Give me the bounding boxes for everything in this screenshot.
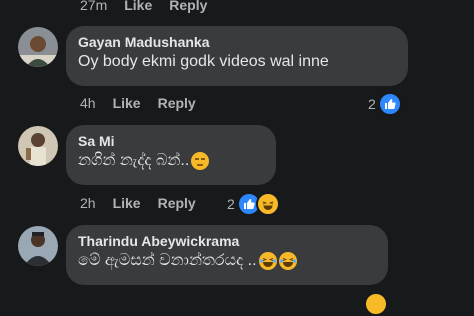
- avatar[interactable]: [18, 27, 58, 67]
- avatar[interactable]: [18, 126, 58, 166]
- comment-actions-top: 27m Like Reply: [80, 0, 224, 13]
- comment-author[interactable]: Gayan Madushanka: [78, 33, 396, 51]
- comment-text: නගින් නැද්ද බන්..: [78, 152, 190, 169]
- reaction-summary[interactable]: [364, 292, 388, 316]
- like-link[interactable]: Like: [113, 95, 141, 111]
- avatar[interactable]: [18, 226, 58, 266]
- laughing-face-icon: [278, 251, 297, 270]
- comment-text: Oy body ekmi godk videos wal inne: [78, 53, 329, 70]
- comment-time: 2h: [80, 195, 96, 211]
- comment-bubble: Tharindu Abeywickrama මේ ඇමසන් වනාන්තරයද…: [66, 225, 388, 285]
- laughing-face-icon: [258, 251, 277, 270]
- like-icon: [377, 92, 402, 116]
- comment-text-row: නගින් නැද්ද බන්..: [78, 150, 264, 172]
- reaction-count: 2: [227, 196, 235, 212]
- comment-author[interactable]: Tharindu Abeywickrama: [78, 232, 376, 250]
- unamused-face-icon: [191, 151, 210, 170]
- comment-time: 4h: [80, 95, 96, 111]
- reply-link[interactable]: Reply: [169, 0, 207, 13]
- reaction-summary[interactable]: 2: [368, 92, 402, 116]
- comment-text: මේ ඇමසන් වනාන්තරයද ..: [78, 252, 257, 269]
- haha-icon: [364, 292, 388, 316]
- comment-bubble: Gayan Madushanka Oy body ekmi godk video…: [66, 26, 408, 86]
- comment-actions: 2h Like Reply: [80, 195, 213, 211]
- reply-link[interactable]: Reply: [158, 195, 196, 211]
- reaction-summary[interactable]: 2: [227, 192, 280, 216]
- comment-actions: 4h Like Reply: [80, 95, 213, 111]
- like-link[interactable]: Like: [113, 195, 141, 211]
- comment-bubble: Sa Mi නගින් නැද්ද බන්..: [66, 125, 276, 185]
- like-link[interactable]: Like: [124, 0, 152, 13]
- comment-author[interactable]: Sa Mi: [78, 132, 264, 150]
- comment-time: 27m: [80, 0, 108, 13]
- reply-link[interactable]: Reply: [158, 95, 196, 111]
- haha-icon: [255, 192, 280, 216]
- comment-text-row: මේ ඇමසන් වනාන්තරයද ..: [78, 250, 376, 272]
- reaction-count: 2: [368, 96, 376, 112]
